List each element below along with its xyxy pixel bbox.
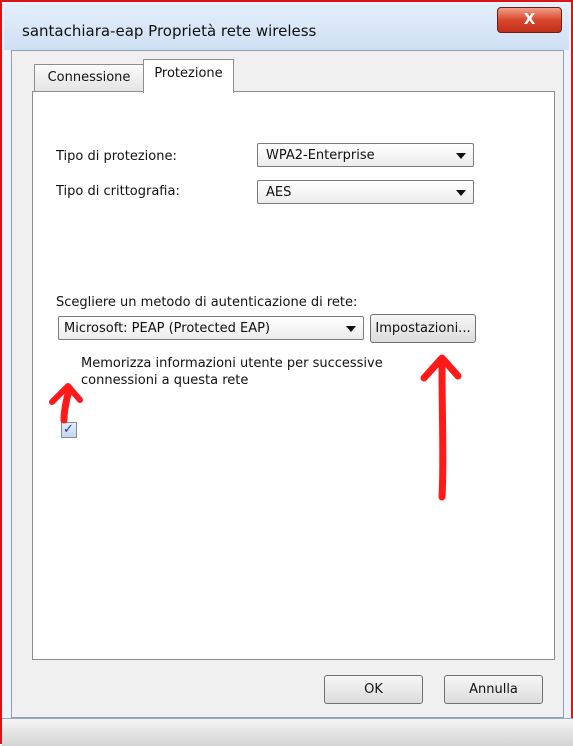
title-bar[interactable]: santachiara-eap Proprietà rete wireless … (4, 4, 569, 50)
dialog-body: Connessione Protezione Tipo di protezion… (11, 50, 564, 718)
chevron-down-icon (456, 153, 466, 159)
security-type-label: Tipo di protezione: (56, 149, 177, 164)
tab-label: Protezione (154, 66, 223, 81)
dialog-window: santachiara-eap Proprietà rete wireless … (0, 0, 573, 746)
taskbar-strip (2, 718, 573, 746)
remember-label-line1: Memorizza informazioni utente per succes… (81, 356, 383, 371)
ok-button-label: OK (364, 682, 383, 697)
chevron-down-icon (346, 326, 356, 332)
ok-button[interactable]: OK (324, 675, 423, 704)
encryption-type-select[interactable]: AES (257, 180, 474, 204)
encryption-type-value: AES (266, 185, 292, 200)
close-icon: X (523, 10, 536, 28)
settings-button[interactable]: Impostazioni... (370, 314, 476, 343)
cancel-button-label: Annulla (469, 682, 518, 697)
window-title: santachiara-eap Proprietà rete wireless (22, 22, 317, 40)
settings-button-label: Impostazioni... (375, 321, 471, 336)
remember-label-line2: connessioni a questa rete (81, 373, 249, 388)
encryption-type-label: Tipo di crittografia: (56, 184, 180, 199)
protection-panel: Tipo di protezione: WPA2-Enterprise Tipo… (32, 91, 555, 660)
tab-connessione[interactable]: Connessione (34, 64, 144, 92)
close-button[interactable]: X (497, 7, 562, 33)
auth-method-select[interactable]: Microsoft: PEAP (Protected EAP) (58, 316, 364, 340)
cancel-button[interactable]: Annulla (444, 675, 543, 704)
tab-label: Connessione (47, 70, 131, 85)
security-type-value: WPA2-Enterprise (266, 148, 375, 163)
auth-method-prompt: Scegliere un metodo di autenticazione di… (56, 295, 358, 310)
auth-method-value: Microsoft: PEAP (Protected EAP) (64, 321, 271, 336)
chevron-down-icon (456, 190, 466, 196)
annotation-arrow-checkbox-icon (49, 383, 83, 424)
tab-protezione[interactable]: Protezione (143, 59, 234, 93)
annotation-arrow-settings-icon (420, 354, 462, 501)
security-type-select[interactable]: WPA2-Enterprise (257, 143, 474, 167)
